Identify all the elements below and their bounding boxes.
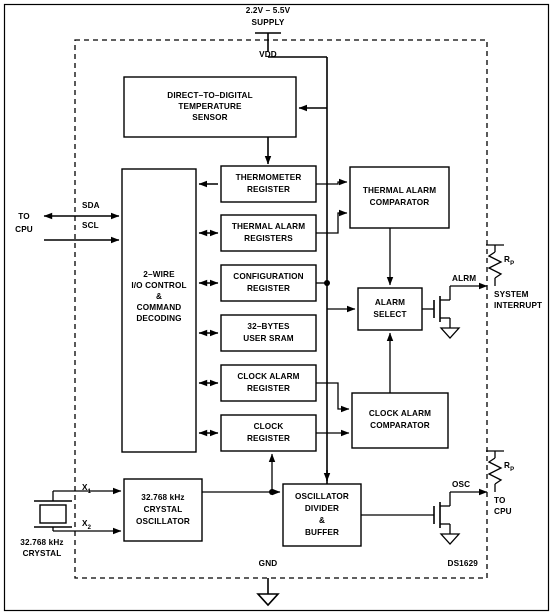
block-crystal-oscillator: 32.768 kHz CRYSTAL OSCILLATOR — [123, 478, 203, 542]
system-interrupt-line-0: SYSTEM — [494, 290, 529, 299]
block-clock-register: CLOCK REGISTER — [220, 414, 317, 452]
block-clock-register-line-0: CLOCK — [254, 422, 284, 431]
block-crystal-oscillator-line-1: CRYSTAL — [144, 505, 183, 514]
block-crystal-oscillator-line-0: 32.768 kHz — [141, 493, 184, 502]
junction-dot-osc — [269, 489, 275, 495]
alrm-label: ALRM — [452, 274, 476, 283]
sda-label: SDA — [82, 201, 100, 210]
block-configuration-register: CONFIGURATION REGISTER — [220, 264, 317, 302]
block-thermometer-register-line-0: THERMOMETER — [236, 173, 302, 182]
block-oscillator-divider-buffer: OSCILLATOR DIVIDER & BUFFER — [282, 483, 362, 547]
block-io-control-line-2: & — [156, 292, 162, 301]
block-thermal-alarm-comparator: THERMAL ALARM COMPARATOR — [349, 166, 450, 229]
to-cpu-left-line-1: CPU — [15, 225, 33, 234]
block-thermal-alarm-registers: THERMAL ALARM REGISTERS — [220, 214, 317, 252]
wire-thermometer-to-thermal-comparator — [316, 178, 348, 186]
wire-clock-alarm-reg-to-comparator — [316, 382, 350, 413]
block-clock-alarm-register: CLOCK ALARM REGISTER — [220, 364, 317, 402]
block-clock-alarm-register-line-0: CLOCK ALARM — [237, 372, 299, 381]
block-oscillator-divider-buffer-line-0: OSCILLATOR — [295, 492, 349, 501]
block-thermal-alarm-registers-line-1: REGISTERS — [244, 234, 293, 243]
supply-net: 2.2V – 5.5V SUPPLY VDD — [246, 6, 291, 59]
block-temp-sensor: DIRECT–TO–DIGITAL TEMPERATURE SENSOR — [123, 76, 297, 138]
cpu-interface-left: TO CPU SDA SCL — [15, 201, 120, 244]
block-thermal-alarm-comparator-line-0: THERMAL ALARM — [363, 186, 436, 195]
block-io-control-line-4: DECODING — [136, 314, 181, 323]
alrm-output-stage: ALRM RP SYSTEM INTERRUPT — [422, 244, 542, 339]
block-temp-sensor-line-2: SENSOR — [192, 113, 227, 122]
junction-dot-config — [324, 280, 330, 286]
block-oscillator-divider-buffer-line-1: DIVIDER — [305, 504, 339, 513]
scl-label: SCL — [82, 221, 99, 230]
block-clock-alarm-comparator-line-0: CLOCK ALARM — [369, 409, 431, 418]
osc-label: OSC — [452, 480, 470, 489]
osc-output-stage: OSC RP TO CPU — [361, 450, 514, 545]
pullup-osc-label: RP — [504, 461, 514, 473]
block-user-sram-line-0: 32–BYTES — [247, 322, 290, 331]
block-alarm-select-line-1: SELECT — [373, 310, 406, 319]
system-interrupt-line-1: INTERRUPT — [494, 301, 542, 310]
block-io-control: 2–WIRE I/O CONTROL & COMMAND DECODING — [121, 168, 197, 453]
x1-pin-label: X1 — [82, 483, 92, 495]
crystal-caption-line-0: 32.768 kHz — [20, 538, 63, 547]
block-clock-alarm-comparator-line-1: COMPARATOR — [370, 421, 430, 430]
block-user-sram: 32–BYTES USER SRAM — [220, 314, 317, 352]
block-oscillator-divider-buffer-line-3: BUFFER — [305, 528, 339, 537]
block-user-sram-line-1: USER SRAM — [243, 334, 294, 343]
block-temp-sensor-line-1: TEMPERATURE — [178, 102, 242, 111]
supply-voltage-label: 2.2V – 5.5V — [246, 6, 291, 15]
block-diagram: 2.2V – 5.5V SUPPLY VDD GND DS1629 DIRECT… — [0, 0, 553, 615]
gnd-pin-label: GND — [259, 559, 278, 568]
block-clock-register-line-1: REGISTER — [247, 434, 290, 443]
to-cpu-left-line-0: TO — [18, 212, 30, 221]
block-configuration-register-line-1: REGISTER — [247, 284, 290, 293]
block-alarm-select-line-0: ALARM — [375, 298, 405, 307]
pullup-alrm-label: RP — [504, 255, 514, 267]
x2-pin-label: X2 — [82, 519, 92, 531]
block-io-control-line-1: I/O CONTROL — [131, 281, 186, 290]
block-temp-sensor-line-0: DIRECT–TO–DIGITAL — [167, 91, 253, 100]
block-clock-alarm-register-line-1: REGISTER — [247, 384, 290, 393]
block-thermometer-register: THERMOMETER REGISTER — [220, 165, 317, 203]
chip-name-label: DS1629 — [448, 559, 479, 568]
supply-word-label: SUPPLY — [252, 18, 285, 27]
block-clock-alarm-comparator: CLOCK ALARM COMPARATOR — [351, 392, 449, 449]
block-io-control-line-0: 2–WIRE — [143, 270, 175, 279]
diagram-canvas: 2.2V – 5.5V SUPPLY VDD GND DS1629 DIRECT… — [3, 3, 550, 612]
ground-net: GND — [256, 559, 280, 607]
block-thermal-alarm-comparator-line-1: COMPARATOR — [370, 198, 430, 207]
block-alarm-select: ALARM SELECT — [357, 287, 423, 331]
to-cpu-right-line-0: TO — [494, 496, 506, 505]
external-crystal: 32.768 kHz CRYSTAL X1 X2 — [20, 483, 122, 558]
wire-thermal-alarm-regs-to-comparator — [316, 209, 348, 234]
block-configuration-register-line-0: CONFIGURATION — [233, 272, 303, 281]
block-thermal-alarm-registers-line-0: THERMAL ALARM — [232, 222, 305, 231]
block-crystal-oscillator-line-2: OSCILLATOR — [136, 517, 190, 526]
block-io-control-line-3: COMMAND — [137, 303, 182, 312]
crystal-caption-line-1: CRYSTAL — [23, 549, 62, 558]
to-cpu-right-line-1: CPU — [494, 507, 512, 516]
block-thermometer-register-line-1: REGISTER — [247, 185, 290, 194]
block-oscillator-divider-buffer-line-2: & — [319, 516, 325, 525]
